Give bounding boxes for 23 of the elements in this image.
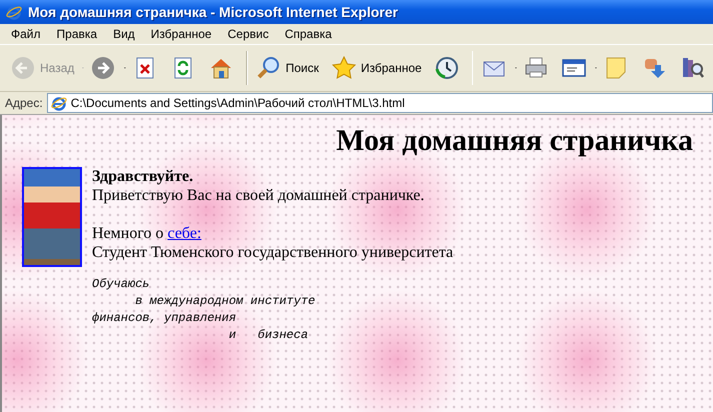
about-link[interactable]: себе: xyxy=(168,225,202,242)
welcome-text: Приветствую Вас на своей домашней страничке. xyxy=(92,186,426,205)
study-text: Обучаюсь в международном институте финансов, управления и бизнеса xyxy=(92,276,316,344)
search-icon xyxy=(256,55,282,81)
clock-icon xyxy=(434,55,460,81)
browser-logo-icon xyxy=(6,4,22,20)
menu-item[interactable]: Справка xyxy=(276,25,340,43)
menu-item[interactable]: Файл xyxy=(3,25,49,43)
greeting-text: Здравствуйте. xyxy=(92,167,194,186)
favorites-button[interactable]: Избранное xyxy=(326,53,426,83)
address-field[interactable]: C:\Documents and Settings\Admin\Рабочий стол\HTML\3.html xyxy=(46,93,713,113)
about-text: Немного о себе: xyxy=(92,224,202,243)
menu-item[interactable]: Сервис xyxy=(220,25,277,43)
search-button[interactable]: Поиск xyxy=(252,53,323,83)
window-title: Моя домашняя страничка - Microsoft Internet Explorer xyxy=(28,4,398,20)
menu-item[interactable]: Вид xyxy=(105,25,143,43)
menu-item[interactable]: Правка xyxy=(48,25,106,43)
student-text: Студент Тюменского государственного университета xyxy=(92,243,454,262)
menu-item[interactable]: Избранное xyxy=(142,25,220,43)
page-icon xyxy=(50,95,67,111)
address-label: Адрес: xyxy=(5,96,43,110)
star-icon xyxy=(330,55,357,81)
page-heading: Моя домашняя страничка xyxy=(335,123,693,159)
